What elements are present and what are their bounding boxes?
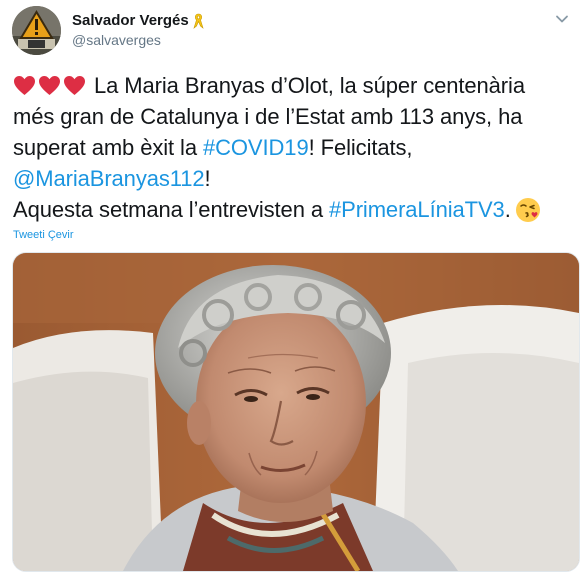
red-heart-icon: [13, 73, 36, 96]
hashtag-covid19[interactable]: #COVID19: [203, 135, 309, 160]
author-handle[interactable]: @salvaverges: [72, 32, 161, 48]
hashtag-primeraliniatv3[interactable]: #PrimeraLíniaTV3: [329, 197, 505, 222]
author-avatar[interactable]: [12, 6, 61, 55]
chevron-down-icon[interactable]: [555, 12, 569, 26]
mention-mariabranyas112[interactable]: @MariaBranyas112: [13, 166, 205, 191]
red-heart-icon: [63, 73, 86, 96]
elderly-woman-photo: [13, 253, 579, 571]
tweet-line-1-text: La Maria Branyas d’Olot, la súper centen…: [94, 73, 525, 98]
author-name[interactable]: Salvador Vergés: [72, 12, 204, 29]
tweet-line-5: Aquesta setmana l’entrevisten a #Primera…: [13, 194, 578, 225]
tweet-line-1: La Maria Branyas d’Olot, la súper centen…: [13, 70, 578, 101]
author-name-text: Salvador Vergés: [72, 12, 189, 29]
face-blowing-kiss-icon: [515, 197, 541, 223]
avatar-image: [12, 6, 61, 55]
tweet-line-3-pre: superat amb èxit la: [13, 135, 203, 160]
tweet-text: La Maria Branyas d’Olot, la súper centen…: [13, 70, 578, 225]
yellow-ribbon-icon: [193, 13, 204, 29]
tweet-line-5-post: .: [504, 197, 511, 222]
tweet-line-3-post: ! Felicitats,: [308, 135, 413, 160]
tweet-line-2: més gran de Catalunya i de l’Estat amb 1…: [13, 104, 523, 129]
red-heart-icon: [38, 73, 61, 96]
tweet-line-4: @MariaBranyas112!: [13, 163, 578, 194]
tweet-card: Salvador Vergés @salvaverges La Maria Br…: [0, 0, 585, 578]
tweet-line-5-pre: Aquesta setmana l’entrevisten a: [13, 197, 329, 222]
translate-tweet-link[interactable]: Tweeti Çevir: [13, 229, 74, 241]
tweet-line-3: superat amb èxit la #COVID19! Felicitats…: [13, 132, 578, 163]
tweet-line-4-post: !: [204, 166, 211, 191]
tweet-photo[interactable]: [12, 252, 580, 572]
